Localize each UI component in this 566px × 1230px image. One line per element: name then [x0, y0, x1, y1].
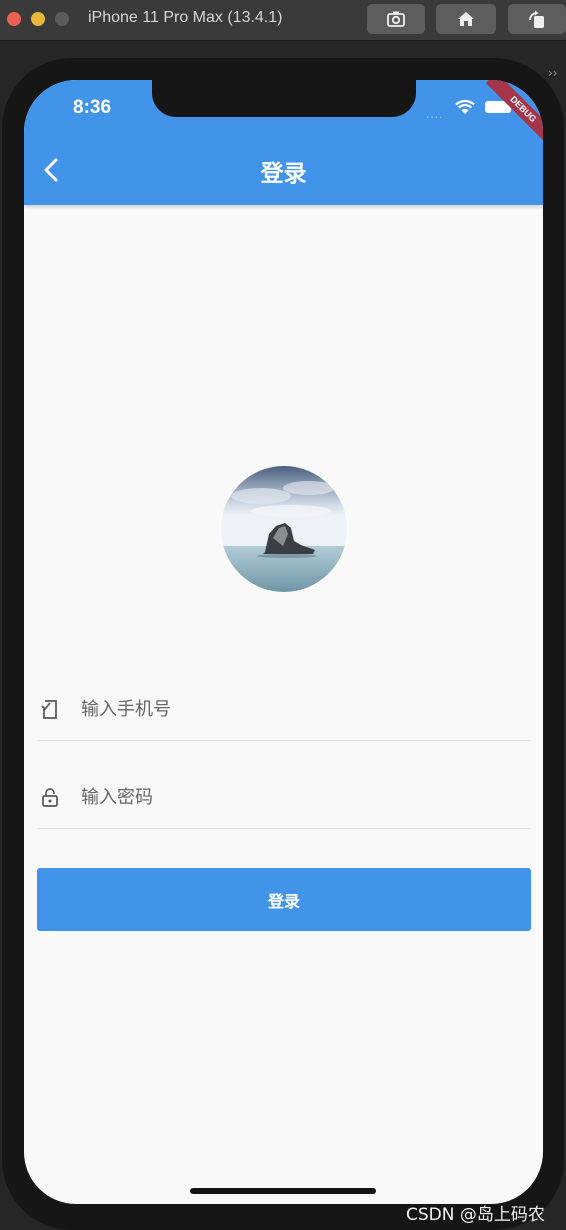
home-button[interactable] [436, 4, 496, 34]
page-title: 登录 [260, 161, 307, 187]
phone-input[interactable] [81, 690, 521, 728]
device-notch [152, 80, 416, 117]
home-icon [458, 12, 474, 26]
minimize-window-button[interactable] [31, 12, 45, 26]
login-button[interactable]: 登录 [37, 868, 531, 931]
cellular-signal-icon: ․․․․ [426, 110, 444, 121]
window-title: iPhone 11 Pro Max (13.4.1) [88, 9, 283, 26]
rotate-button[interactable] [508, 4, 566, 34]
avatar-rock-island-photo [221, 466, 347, 592]
screenshot-button[interactable] [367, 4, 425, 34]
rotate-icon [529, 10, 544, 28]
close-window-button[interactable] [7, 12, 21, 26]
avatar [221, 466, 347, 592]
status-time: 8:36 [73, 97, 112, 118]
home-indicator[interactable] [190, 1188, 376, 1194]
password-field [37, 768, 531, 829]
phone-icon [41, 700, 57, 719]
password-input[interactable] [81, 778, 521, 816]
screenshot-icon [387, 11, 405, 27]
lock-icon [42, 788, 58, 807]
simulator-title-bar: iPhone 11 Pro Max (13.4.1) [0, 0, 566, 41]
maximize-window-button[interactable] [55, 12, 69, 26]
wifi-icon [455, 99, 475, 114]
watermark: CSDN @岛上码农 [406, 1205, 545, 1225]
phone-field [37, 680, 531, 741]
toolbar-overflow-icon[interactable]: ›› [548, 66, 558, 80]
app-screen: 8:36 ․․․․ 登录 DEBUG 输入手机号 登录 [24, 80, 543, 1204]
